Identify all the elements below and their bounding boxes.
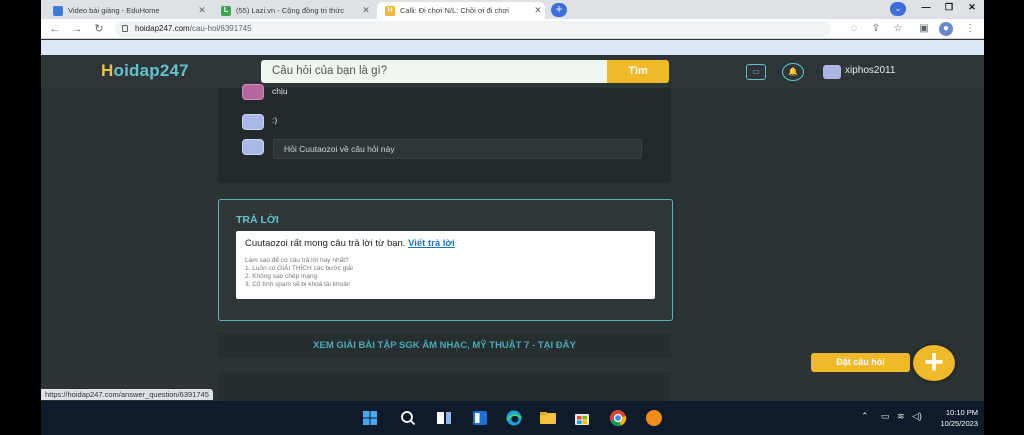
- avatar[interactable]: [823, 65, 841, 79]
- minimize-icon[interactable]: —: [915, 0, 937, 15]
- store-icon[interactable]: [571, 407, 593, 429]
- site-logo[interactable]: Hoidap247: [101, 61, 189, 81]
- taskbar: ⌃ ▭ ≋ ◁) 10:10 PM 10/25/2023: [41, 401, 984, 435]
- tab-lazi[interactable]: L (55) Lazi.vn - Cộng đồng tri thức ✕: [213, 2, 373, 19]
- answer-tip: 3. Cố tình spam sẽ bị khoá tài khoản: [245, 281, 351, 288]
- address-bar[interactable]: hoidap247.com/cau-hoi/6391745: [115, 21, 831, 37]
- logo-letter: H: [101, 61, 114, 80]
- site-header: Hoidap247 Câu hỏi của bạn là gì? Tìm ▭ 🔔…: [41, 55, 984, 88]
- comment-text: :): [272, 115, 278, 125]
- avatar: [242, 84, 264, 100]
- answer-title: TRẢ LỜI: [236, 214, 279, 226]
- search-button[interactable]: Tìm: [607, 60, 669, 83]
- system-clock[interactable]: 10:10 PM 10/25/2023: [940, 407, 978, 429]
- ask-question-button[interactable]: +: [913, 345, 955, 381]
- answer-prompt: Cuutaozoi rất mong câu trả lời từ bạn. V…: [245, 238, 455, 249]
- restore-icon[interactable]: ❐: [938, 0, 960, 15]
- toolbar: ← → ↻ hoidap247.com/cau-hoi/6391745 ◌ ⇪ …: [41, 19, 984, 39]
- avatar: [242, 114, 264, 130]
- eduhome-favicon-icon: [53, 5, 63, 16]
- tab-title: Video bài giảng - EduHome: [68, 6, 160, 15]
- answer-tip: Làm sao để có câu trả lời hay nhất?: [245, 257, 349, 264]
- comments-card: chịu :) Hỏi Cuutaozoi về câu hỏi này: [218, 84, 671, 183]
- lock-icon: [122, 25, 128, 32]
- comment-text: chịu: [272, 86, 288, 96]
- close-icon[interactable]: ✕: [531, 5, 545, 16]
- wifi-icon[interactable]: ≋: [897, 411, 905, 422]
- close-icon[interactable]: ✕: [359, 5, 373, 16]
- search-icon[interactable]: [397, 407, 419, 429]
- display-icon[interactable]: ▭: [881, 411, 890, 422]
- promo-banner-link[interactable]: XEM GIẢI BÀI TẬP SGK ÂM NHẠC, MỸ THUẬT 7…: [218, 334, 671, 358]
- address-domain: hoidap247.com: [135, 24, 190, 33]
- comment-input[interactable]: Hỏi Cuutaozoi về câu hỏi này: [273, 139, 642, 159]
- task-view-icon[interactable]: [433, 407, 455, 429]
- answer-box: TRẢ LỜI Cuutaozoi rất mong câu trả lời t…: [218, 199, 673, 321]
- tab-title: Calli: Đi chơi N/L: Chồi ơi đi chơi: [400, 6, 509, 15]
- content-card: [218, 372, 671, 402]
- forward-icon[interactable]: →: [69, 21, 85, 37]
- tab-title: (55) Lazi.vn - Cộng đồng tri thức: [236, 6, 344, 15]
- tab-eduhome[interactable]: Video bài giảng - EduHome ✕: [45, 2, 209, 19]
- answer-tip: 1. Luôn có GIẢI THÍCH các bước giải: [245, 265, 353, 272]
- avatar: [242, 139, 264, 155]
- chrome-icon[interactable]: [607, 407, 629, 429]
- windows-start-icon[interactable]: [359, 407, 381, 429]
- logo-text: oidap247: [113, 61, 189, 80]
- star-icon[interactable]: ☆: [891, 22, 905, 36]
- profile-icon[interactable]: ●: [939, 22, 953, 36]
- tab-strip: Video bài giảng - EduHome ✕ L (55) Lazi.…: [41, 0, 984, 19]
- clock-date: 10/25/2023: [940, 419, 978, 428]
- file-explorer-icon[interactable]: [537, 407, 559, 429]
- bookmark-bar: [41, 40, 984, 55]
- answer-prompt-text: Cuutaozoi rất mong câu trả lời từ bạn.: [245, 238, 406, 249]
- chevron-up-icon[interactable]: ⌃: [861, 411, 869, 422]
- edge-icon[interactable]: [503, 407, 525, 429]
- clock-time: 10:10 PM: [945, 408, 978, 417]
- write-answer-link[interactable]: Viết trả lời: [408, 238, 455, 249]
- answer-panel: Cuutaozoi rất mong câu trả lời từ bạn. V…: [236, 231, 655, 299]
- hoidap-favicon-icon: H: [385, 5, 395, 16]
- back-icon[interactable]: ←: [47, 21, 63, 37]
- close-window-icon[interactable]: ✕: [961, 0, 983, 15]
- status-url: https://hoidap247.com/answer_question/63…: [41, 389, 213, 400]
- answer-tip: 2. Không sao chép mạng: [245, 273, 318, 280]
- username[interactable]: xiphos2011: [845, 65, 895, 76]
- volume-icon[interactable]: ◁): [912, 411, 922, 422]
- lazi-favicon-icon: L: [221, 5, 231, 16]
- bell-icon[interactable]: 🔔: [782, 63, 804, 81]
- close-icon[interactable]: ✕: [195, 5, 209, 16]
- search-input[interactable]: Câu hỏi của bạn là gì?: [261, 60, 607, 83]
- share-icon[interactable]: ⇪: [869, 22, 883, 36]
- ask-question-label[interactable]: Đặt câu hỏi: [811, 353, 910, 372]
- reload-icon[interactable]: ↻: [91, 21, 107, 37]
- tab-hoidap247[interactable]: H Calli: Đi chơi N/L: Chồi ơi đi chơi ✕: [377, 2, 545, 19]
- chevron-down-icon[interactable]: ⌄: [890, 2, 906, 16]
- eye-off-icon[interactable]: ◌: [847, 22, 861, 36]
- app-orange-icon[interactable]: [643, 407, 665, 429]
- chat-icon[interactable]: ▭: [746, 64, 766, 80]
- address-path: /cau-hoi/6391745: [189, 24, 252, 33]
- widgets-icon[interactable]: [469, 407, 491, 429]
- new-tab-button[interactable]: +: [551, 3, 567, 17]
- sidebar-icon[interactable]: ▣: [917, 22, 931, 36]
- screen: Video bài giảng - EduHome ✕ L (55) Lazi.…: [41, 0, 984, 435]
- more-menu-icon[interactable]: ⋮: [963, 22, 977, 36]
